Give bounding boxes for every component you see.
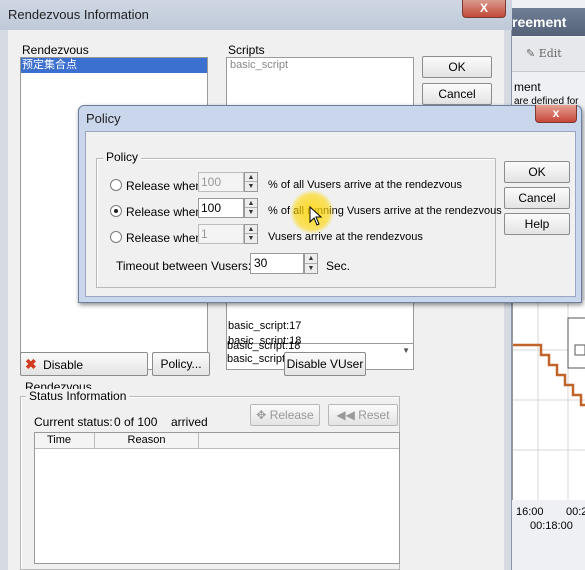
release-when-label-3: Release when <box>126 231 203 245</box>
rewind-icon: ◀◀ <box>336 408 355 422</box>
background-text-line1: ment <box>514 80 541 94</box>
column-header-time[interactable]: Time <box>35 433 95 449</box>
close-icon: x <box>552 106 560 120</box>
reset-button[interactable]: ◀◀ Reset <box>328 404 398 426</box>
time-label-1: 16:00 <box>516 506 544 518</box>
scroll-down-icon[interactable]: ▼ <box>402 346 410 355</box>
column-header-reason[interactable]: Reason <box>95 433 199 449</box>
scripts-list-label: Scripts <box>228 43 265 57</box>
edit-button[interactable]: ✎ Edit <box>526 47 562 60</box>
policy-button[interactable]: Policy... <box>152 352 210 376</box>
release-vusers-count-input[interactable]: 1 <box>198 224 244 244</box>
scripts-list-item[interactable]: basic_script:18 <box>227 340 300 352</box>
rendezvous-list-item[interactable]: 预定集合点 <box>21 58 207 73</box>
release-percent-all-radio[interactable] <box>110 179 122 191</box>
release-percent-running-radio[interactable] <box>110 205 122 217</box>
close-icon: X <box>479 1 488 15</box>
timeout-unit: Sec. <box>326 259 351 273</box>
policy-ok-button[interactable]: OK <box>504 161 570 183</box>
release-when-label-2: Release when <box>126 205 203 219</box>
rendezvous-close-button[interactable]: X <box>462 0 506 18</box>
policy-group-label: Policy <box>103 150 142 164</box>
policy-close-button[interactable]: x <box>535 105 577 123</box>
scripts-list-item[interactable]: basic_script:17 <box>228 320 301 332</box>
release-percent-running-spinner[interactable]: ▲ ▼ <box>244 198 258 218</box>
mouse-pointer-icon <box>309 205 323 226</box>
background-graph <box>512 300 585 500</box>
release-percent-running-input[interactable]: 100 <box>198 198 244 218</box>
release-button[interactable]: ✥ Release <box>250 404 320 426</box>
release-percent-all-spinner[interactable]: ▲ ▼ <box>244 172 258 192</box>
disable-rendezvous-button[interactable]: ✖ Disable Rendezvous <box>20 352 148 394</box>
timeout-label: Timeout between Vusers: <box>116 259 252 273</box>
status-table-header: Time Reason <box>35 433 399 449</box>
ok-button[interactable]: OK <box>422 56 492 78</box>
current-status-value: 0 of 100 <box>114 415 158 429</box>
release-icon: ✥ <box>256 408 267 422</box>
release-percent-all-suffix: % of all Vusers arrive at the rendezvous <box>268 179 463 191</box>
scripts-list-item[interactable]: basic_script <box>227 58 413 72</box>
policy-cancel-button[interactable]: Cancel <box>504 187 570 209</box>
time-label-3: 00:18:00 <box>530 520 573 532</box>
disable-x-icon: ✖ <box>25 356 37 372</box>
policy-help-button[interactable]: Help <box>504 213 570 235</box>
release-vusers-count-spinner[interactable]: ▲ ▼ <box>244 224 258 244</box>
timeout-spinner[interactable]: ▲ ▼ <box>304 253 318 274</box>
rendezvous-window-title: Rendezvous Information <box>8 7 149 22</box>
status-table[interactable]: Time Reason <box>34 432 400 564</box>
disable-vuser-button[interactable]: Disable VUser <box>284 352 366 376</box>
policy-dialog-title: Policy <box>86 111 121 126</box>
background-window-title: reement <box>512 14 567 30</box>
release-percent-all-input[interactable]: 100 <box>198 172 244 192</box>
release-when-label-1: Release when <box>126 179 203 193</box>
rendezvous-titlebar: Rendezvous Information X <box>0 0 512 30</box>
timeout-input[interactable]: 30 <box>250 253 304 274</box>
arrived-label: arrived <box>171 415 208 429</box>
current-status-label: Current status: <box>34 415 113 429</box>
rendezvous-list-label: Rendezvous <box>22 43 89 57</box>
cancel-button[interactable]: Cancel <box>422 83 492 105</box>
release-vusers-count-radio[interactable] <box>110 231 122 243</box>
status-group-label: Status Information <box>26 389 130 403</box>
release-vusers-count-suffix: Vusers arrive at the rendezvous <box>268 231 423 243</box>
time-label-2: 00:2 <box>566 506 585 518</box>
pencil-icon: ✎ <box>526 47 536 60</box>
